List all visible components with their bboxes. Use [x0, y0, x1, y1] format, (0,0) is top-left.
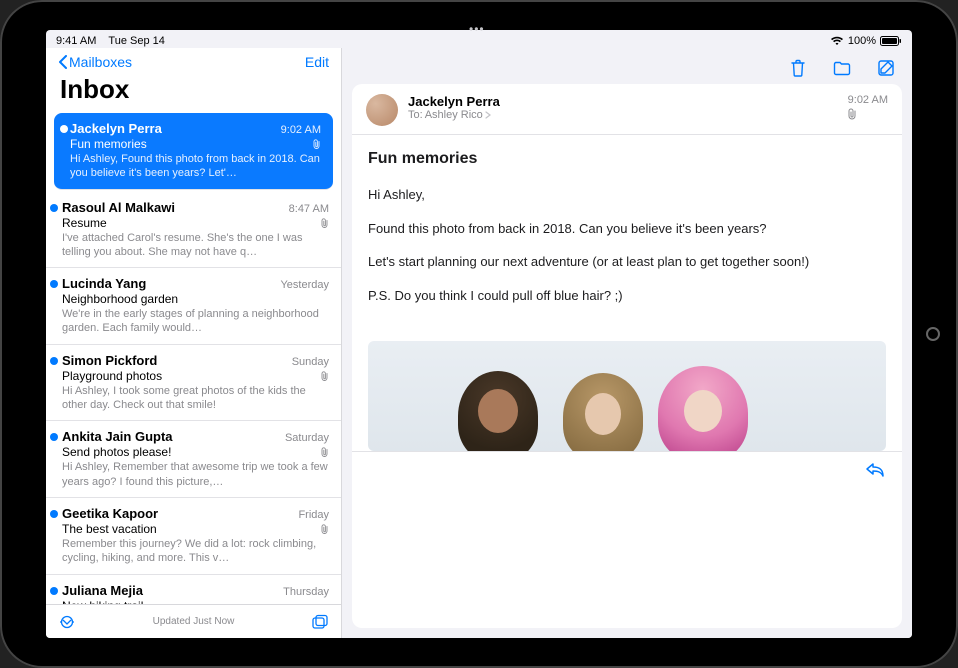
message-time: Thursday	[283, 586, 329, 598]
detail-sender-name[interactable]: Jackelyn Perra	[408, 94, 838, 109]
to-label: To:	[408, 109, 423, 121]
attachment-clip-icon	[321, 447, 329, 457]
battery-icon	[880, 36, 902, 46]
wifi-icon	[830, 36, 844, 46]
status-time-date: 9:41 AM Tue Sep 14	[56, 35, 165, 47]
message-body: Fun memories Hi Ashley, Found this photo …	[352, 135, 902, 331]
mailbox-footer-toolbar: Updated Just Now	[46, 604, 341, 638]
message-sender: Rasoul Al Malkawi	[62, 200, 175, 215]
message-sender: Geetika Kapoor	[62, 506, 158, 521]
body-paragraph: Found this photo from back in 2018. Can …	[368, 219, 886, 239]
home-button[interactable]	[926, 327, 940, 341]
filter-icon[interactable]	[58, 615, 76, 629]
mailbox-title: Inbox	[58, 74, 329, 105]
mailbox-sidebar: Mailboxes Edit Inbox Jackelyn Perra 9:02 …	[46, 48, 342, 638]
message-sender: Simon Pickford	[62, 353, 157, 368]
message-list-item[interactable]: Juliana Mejia Thursday New hiking trail	[46, 575, 341, 604]
message-sender: Ankita Jain Gupta	[62, 429, 173, 444]
chevron-right-icon	[485, 111, 491, 119]
reply-icon[interactable]	[864, 460, 886, 478]
mail-detail-pane: ••• Jackelyn Perra	[342, 48, 912, 638]
image-attachment[interactable]	[368, 341, 886, 451]
message-preview: Hi Ashley, Found this photo from back in…	[70, 152, 321, 181]
attachment-clip-icon	[321, 524, 329, 534]
folder-icon[interactable]	[832, 58, 852, 78]
message-time: 9:02 AM	[281, 124, 321, 136]
message-subject: Neighborhood garden	[62, 292, 178, 306]
message-list[interactable]: Jackelyn Perra9:02 AMFun memoriesHi Ashl…	[46, 111, 341, 604]
detail-recipient-row[interactable]: To: Ashley Rico	[408, 109, 838, 121]
message-subject: New hiking trail	[62, 599, 143, 604]
message-list-item[interactable]: Jackelyn Perra 9:02 AM Fun memoriesHi Ashl…	[54, 113, 333, 190]
message-subject: Playground photos	[62, 369, 162, 383]
body-paragraph: P.S. Do you think I could pull off blue …	[368, 286, 886, 306]
back-label: Mailboxes	[69, 54, 132, 70]
unread-dot-icon	[50, 587, 58, 595]
unread-dot-icon	[50, 280, 58, 288]
battery-percent: 100%	[848, 35, 876, 47]
detail-footer-toolbar	[352, 451, 902, 485]
attachment-clip-icon	[313, 139, 321, 149]
message-list-item[interactable]: Simon Pickford Sunday Playground photosHi …	[46, 345, 341, 422]
edit-button[interactable]: Edit	[305, 54, 329, 70]
message-time: Sunday	[292, 356, 329, 368]
detail-toolbar: •••	[342, 48, 912, 84]
message-list-item[interactable]: Geetika Kapoor Friday The best vacationRem…	[46, 498, 341, 575]
message-list-item[interactable]: Lucinda Yang Yesterday Neighborhood garden…	[46, 268, 341, 345]
message-list-item[interactable]: Ankita Jain Gupta Saturday Send photos ple…	[46, 421, 341, 498]
message-sender: Juliana Mejia	[62, 583, 143, 598]
detail-subject: Fun memories	[368, 147, 886, 171]
unread-dot-icon	[50, 433, 58, 441]
message-preview: Hi Ashley, I took some great photos of t…	[62, 384, 329, 413]
multitask-dots-icon[interactable]: •••	[469, 30, 485, 36]
body-paragraph: Hi Ashley,	[368, 185, 886, 205]
message-sender: Lucinda Yang	[62, 276, 146, 291]
body-paragraph: Let's start planning our next adventure …	[368, 252, 886, 272]
new-window-icon[interactable]	[311, 614, 329, 630]
message-time: Yesterday	[280, 279, 329, 291]
attachment-clip-icon	[848, 108, 888, 120]
message-time: Friday	[298, 509, 329, 521]
message-header: Jackelyn Perra To: Ashley Rico 9:02 AM	[352, 84, 902, 135]
attachment-clip-icon	[321, 218, 329, 228]
unread-dot-icon	[50, 357, 58, 365]
chevron-left-icon	[58, 55, 67, 69]
message-subject: Fun memories	[70, 137, 147, 151]
attachment-clip-icon	[321, 371, 329, 381]
message-list-item[interactable]: Rasoul Al Malkawi 8:47 AM ResumeI've attac…	[46, 192, 341, 269]
message-subject: Send photos please!	[62, 445, 171, 459]
message-subject: The best vacation	[62, 522, 157, 536]
message-preview: I've attached Carol's resume. She's the …	[62, 231, 329, 260]
sync-status: Updated Just Now	[76, 616, 311, 627]
status-time: 9:41 AM	[56, 35, 96, 47]
sender-avatar[interactable]	[366, 94, 398, 126]
unread-dot-icon	[50, 204, 58, 212]
message-sender: Jackelyn Perra	[70, 121, 162, 136]
status-date: Tue Sep 14	[108, 35, 164, 47]
message-time: 8:47 AM	[289, 203, 329, 215]
back-to-mailboxes-button[interactable]: Mailboxes	[58, 54, 132, 70]
trash-icon[interactable]	[788, 58, 808, 78]
compose-icon[interactable]	[876, 58, 896, 78]
recipient-name: Ashley Rico	[425, 109, 483, 121]
message-preview: Hi Ashley, Remember that awesome trip we…	[62, 460, 329, 489]
message-time: Saturday	[285, 432, 329, 444]
unread-dot-icon	[60, 125, 68, 133]
message-preview: We're in the early stages of planning a …	[62, 307, 329, 336]
message-preview: Remember this journey? We did a lot: roc…	[62, 537, 329, 566]
message-subject: Resume	[62, 216, 107, 230]
unread-dot-icon	[50, 510, 58, 518]
detail-timestamp: 9:02 AM	[848, 94, 888, 106]
